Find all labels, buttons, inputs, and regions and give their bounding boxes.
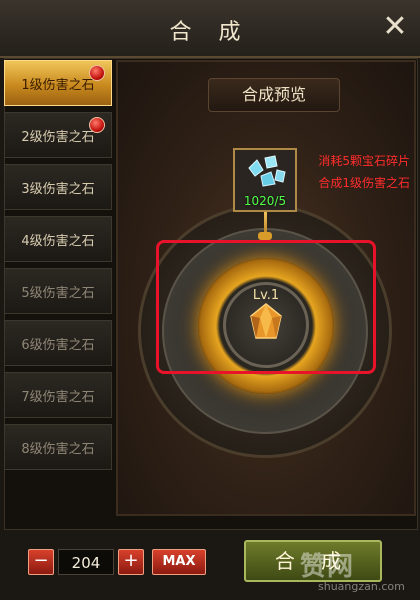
highlight-box	[156, 240, 376, 374]
list-item-label: 5级伤害之石	[21, 285, 95, 301]
list-item-label: 4级伤害之石	[21, 233, 95, 249]
preview-header: 合成预览	[208, 78, 340, 112]
list-item-label: 3级伤害之石	[21, 181, 95, 197]
gem-fragment-icon	[248, 155, 286, 187]
quantity-stepper: − 204 + MAX	[28, 548, 206, 576]
list-item-level-4[interactable]: 4级伤害之石	[4, 216, 112, 262]
list-item-label: 2级伤害之石	[21, 129, 95, 145]
list-item-label: 7级伤害之石	[21, 389, 95, 405]
list-item-label: 6级伤害之石	[21, 337, 95, 353]
list-item-label: 1级伤害之石	[21, 77, 95, 93]
increase-button[interactable]: +	[118, 549, 144, 575]
synthesis-preview-panel: 合成预览 Lv.1 1020/5 消耗5颗宝石碎片 合成1级伤害之石	[116, 60, 416, 516]
list-item-level-7[interactable]: 7级伤害之石	[4, 372, 112, 418]
gem-level-list: 1级伤害之石 2级伤害之石 3级伤害之石 4级伤害之石 5级伤害之石 6级伤害之…	[4, 60, 112, 476]
connector-knob	[258, 232, 272, 240]
alert-dot-icon	[89, 65, 105, 81]
material-slot[interactable]: 1020/5	[233, 148, 297, 212]
title-bar: 合 成 ✕	[0, 0, 420, 58]
list-item-level-1[interactable]: 1级伤害之石	[4, 60, 112, 106]
list-item-level-5[interactable]: 5级伤害之石	[4, 268, 112, 314]
list-item-level-3[interactable]: 3级伤害之石	[4, 164, 112, 210]
list-item-level-8[interactable]: 8级伤害之石	[4, 424, 112, 470]
watermark-url: shuangzan.com	[318, 580, 405, 593]
max-button[interactable]: MAX	[152, 549, 206, 575]
close-icon[interactable]: ✕	[380, 12, 410, 42]
decrease-button[interactable]: −	[28, 549, 54, 575]
alert-dot-icon	[89, 117, 105, 133]
list-item-label: 8级伤害之石	[21, 441, 95, 457]
list-item-level-6[interactable]: 6级伤害之石	[4, 320, 112, 366]
watermark: 赞网	[300, 552, 355, 582]
material-count: 1020/5	[243, 194, 287, 208]
quantity-input[interactable]: 204	[58, 549, 114, 575]
annotation-line-1: 消耗5颗宝石碎片	[318, 154, 410, 168]
window-title: 合 成	[169, 20, 251, 45]
annotation-line-2: 合成1级伤害之石	[318, 176, 410, 190]
list-item-level-2[interactable]: 2级伤害之石	[4, 112, 112, 158]
